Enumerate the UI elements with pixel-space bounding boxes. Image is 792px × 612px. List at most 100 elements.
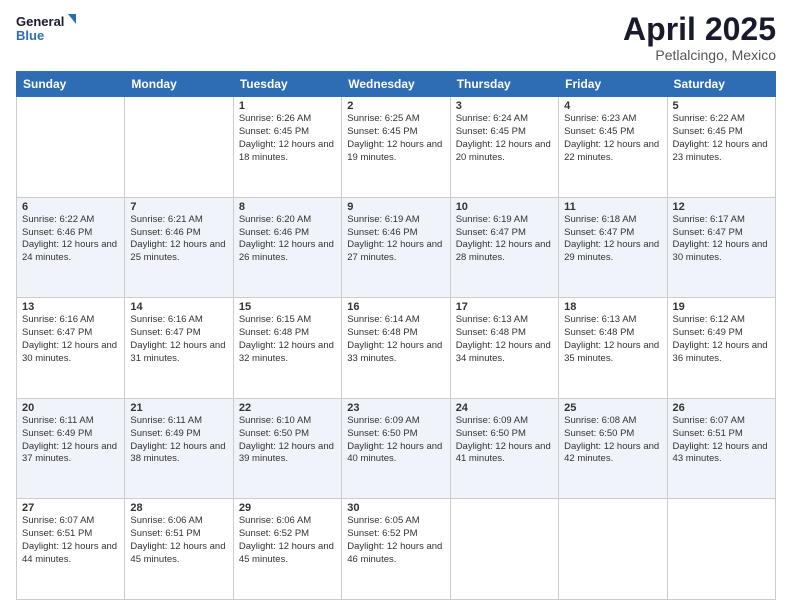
day-info: Sunrise: 6:15 AMSunset: 6:48 PMDaylight:… bbox=[239, 314, 334, 363]
page: General Blue April 2025 Petlalcingo, Mex… bbox=[0, 0, 792, 612]
week-row-5: 27Sunrise: 6:07 AMSunset: 6:51 PMDayligh… bbox=[17, 499, 776, 600]
day-info: Sunrise: 6:09 AMSunset: 6:50 PMDaylight:… bbox=[347, 415, 442, 464]
day-info: Sunrise: 6:19 AMSunset: 6:47 PMDaylight:… bbox=[456, 214, 551, 263]
day-info: Sunrise: 6:17 AMSunset: 6:47 PMDaylight:… bbox=[673, 214, 768, 263]
day-info: Sunrise: 6:20 AMSunset: 6:46 PMDaylight:… bbox=[239, 214, 334, 263]
day-number: 13 bbox=[22, 301, 119, 313]
svg-text:Blue: Blue bbox=[16, 28, 44, 43]
day-number: 25 bbox=[564, 402, 661, 414]
day-number: 14 bbox=[130, 301, 227, 313]
day-number: 29 bbox=[239, 502, 336, 514]
col-header-saturday: Saturday bbox=[667, 72, 775, 97]
header: General Blue April 2025 Petlalcingo, Mex… bbox=[16, 12, 776, 63]
week-row-2: 6Sunrise: 6:22 AMSunset: 6:46 PMDaylight… bbox=[17, 197, 776, 298]
col-header-wednesday: Wednesday bbox=[342, 72, 450, 97]
subtitle: Petlalcingo, Mexico bbox=[623, 47, 776, 63]
day-number: 20 bbox=[22, 402, 119, 414]
day-cell: 21Sunrise: 6:11 AMSunset: 6:49 PMDayligh… bbox=[125, 398, 233, 499]
day-info: Sunrise: 6:06 AMSunset: 6:51 PMDaylight:… bbox=[130, 515, 225, 564]
day-cell: 28Sunrise: 6:06 AMSunset: 6:51 PMDayligh… bbox=[125, 499, 233, 600]
day-cell bbox=[125, 97, 233, 198]
logo-svg: General Blue bbox=[16, 12, 76, 48]
day-info: Sunrise: 6:11 AMSunset: 6:49 PMDaylight:… bbox=[22, 415, 117, 464]
day-cell: 18Sunrise: 6:13 AMSunset: 6:48 PMDayligh… bbox=[559, 298, 667, 399]
day-cell: 20Sunrise: 6:11 AMSunset: 6:49 PMDayligh… bbox=[17, 398, 125, 499]
day-cell: 2Sunrise: 6:25 AMSunset: 6:45 PMDaylight… bbox=[342, 97, 450, 198]
col-header-sunday: Sunday bbox=[17, 72, 125, 97]
logo: General Blue bbox=[16, 12, 76, 48]
day-info: Sunrise: 6:08 AMSunset: 6:50 PMDaylight:… bbox=[564, 415, 659, 464]
col-header-monday: Monday bbox=[125, 72, 233, 97]
day-cell: 11Sunrise: 6:18 AMSunset: 6:47 PMDayligh… bbox=[559, 197, 667, 298]
day-info: Sunrise: 6:07 AMSunset: 6:51 PMDaylight:… bbox=[22, 515, 117, 564]
day-number: 12 bbox=[673, 201, 770, 213]
day-cell bbox=[559, 499, 667, 600]
day-cell: 23Sunrise: 6:09 AMSunset: 6:50 PMDayligh… bbox=[342, 398, 450, 499]
day-info: Sunrise: 6:26 AMSunset: 6:45 PMDaylight:… bbox=[239, 113, 334, 162]
day-number: 24 bbox=[456, 402, 553, 414]
day-cell: 4Sunrise: 6:23 AMSunset: 6:45 PMDaylight… bbox=[559, 97, 667, 198]
week-row-3: 13Sunrise: 6:16 AMSunset: 6:47 PMDayligh… bbox=[17, 298, 776, 399]
day-cell bbox=[450, 499, 558, 600]
day-cell bbox=[17, 97, 125, 198]
day-number: 26 bbox=[673, 402, 770, 414]
day-info: Sunrise: 6:06 AMSunset: 6:52 PMDaylight:… bbox=[239, 515, 334, 564]
header-row: SundayMondayTuesdayWednesdayThursdayFrid… bbox=[17, 72, 776, 97]
day-number: 2 bbox=[347, 100, 444, 112]
col-header-tuesday: Tuesday bbox=[233, 72, 341, 97]
day-cell: 19Sunrise: 6:12 AMSunset: 6:49 PMDayligh… bbox=[667, 298, 775, 399]
day-info: Sunrise: 6:22 AMSunset: 6:46 PMDaylight:… bbox=[22, 214, 117, 263]
week-row-4: 20Sunrise: 6:11 AMSunset: 6:49 PMDayligh… bbox=[17, 398, 776, 499]
day-number: 5 bbox=[673, 100, 770, 112]
day-number: 16 bbox=[347, 301, 444, 313]
day-cell: 16Sunrise: 6:14 AMSunset: 6:48 PMDayligh… bbox=[342, 298, 450, 399]
day-info: Sunrise: 6:16 AMSunset: 6:47 PMDaylight:… bbox=[22, 314, 117, 363]
svg-text:General: General bbox=[16, 14, 64, 29]
day-number: 6 bbox=[22, 201, 119, 213]
day-info: Sunrise: 6:05 AMSunset: 6:52 PMDaylight:… bbox=[347, 515, 442, 564]
title-block: April 2025 Petlalcingo, Mexico bbox=[623, 12, 776, 63]
week-row-1: 1Sunrise: 6:26 AMSunset: 6:45 PMDaylight… bbox=[17, 97, 776, 198]
day-info: Sunrise: 6:09 AMSunset: 6:50 PMDaylight:… bbox=[456, 415, 551, 464]
day-cell: 22Sunrise: 6:10 AMSunset: 6:50 PMDayligh… bbox=[233, 398, 341, 499]
day-number: 4 bbox=[564, 100, 661, 112]
day-number: 19 bbox=[673, 301, 770, 313]
day-info: Sunrise: 6:11 AMSunset: 6:49 PMDaylight:… bbox=[130, 415, 225, 464]
day-cell: 12Sunrise: 6:17 AMSunset: 6:47 PMDayligh… bbox=[667, 197, 775, 298]
day-info: Sunrise: 6:21 AMSunset: 6:46 PMDaylight:… bbox=[130, 214, 225, 263]
day-cell: 6Sunrise: 6:22 AMSunset: 6:46 PMDaylight… bbox=[17, 197, 125, 298]
day-number: 17 bbox=[456, 301, 553, 313]
day-info: Sunrise: 6:16 AMSunset: 6:47 PMDaylight:… bbox=[130, 314, 225, 363]
day-number: 28 bbox=[130, 502, 227, 514]
day-cell: 24Sunrise: 6:09 AMSunset: 6:50 PMDayligh… bbox=[450, 398, 558, 499]
day-number: 21 bbox=[130, 402, 227, 414]
day-cell: 3Sunrise: 6:24 AMSunset: 6:45 PMDaylight… bbox=[450, 97, 558, 198]
day-info: Sunrise: 6:10 AMSunset: 6:50 PMDaylight:… bbox=[239, 415, 334, 464]
day-info: Sunrise: 6:19 AMSunset: 6:46 PMDaylight:… bbox=[347, 214, 442, 263]
day-info: Sunrise: 6:07 AMSunset: 6:51 PMDaylight:… bbox=[673, 415, 768, 464]
day-cell: 25Sunrise: 6:08 AMSunset: 6:50 PMDayligh… bbox=[559, 398, 667, 499]
day-info: Sunrise: 6:13 AMSunset: 6:48 PMDaylight:… bbox=[564, 314, 659, 363]
day-cell: 5Sunrise: 6:22 AMSunset: 6:45 PMDaylight… bbox=[667, 97, 775, 198]
col-header-friday: Friday bbox=[559, 72, 667, 97]
day-cell: 10Sunrise: 6:19 AMSunset: 6:47 PMDayligh… bbox=[450, 197, 558, 298]
day-cell: 14Sunrise: 6:16 AMSunset: 6:47 PMDayligh… bbox=[125, 298, 233, 399]
day-number: 15 bbox=[239, 301, 336, 313]
day-cell: 1Sunrise: 6:26 AMSunset: 6:45 PMDaylight… bbox=[233, 97, 341, 198]
day-number: 22 bbox=[239, 402, 336, 414]
day-info: Sunrise: 6:24 AMSunset: 6:45 PMDaylight:… bbox=[456, 113, 551, 162]
day-cell: 30Sunrise: 6:05 AMSunset: 6:52 PMDayligh… bbox=[342, 499, 450, 600]
calendar-table: SundayMondayTuesdayWednesdayThursdayFrid… bbox=[16, 71, 776, 600]
day-number: 8 bbox=[239, 201, 336, 213]
day-number: 10 bbox=[456, 201, 553, 213]
day-cell: 27Sunrise: 6:07 AMSunset: 6:51 PMDayligh… bbox=[17, 499, 125, 600]
day-number: 23 bbox=[347, 402, 444, 414]
day-cell: 8Sunrise: 6:20 AMSunset: 6:46 PMDaylight… bbox=[233, 197, 341, 298]
day-cell: 26Sunrise: 6:07 AMSunset: 6:51 PMDayligh… bbox=[667, 398, 775, 499]
day-number: 1 bbox=[239, 100, 336, 112]
day-cell: 17Sunrise: 6:13 AMSunset: 6:48 PMDayligh… bbox=[450, 298, 558, 399]
day-info: Sunrise: 6:22 AMSunset: 6:45 PMDaylight:… bbox=[673, 113, 768, 162]
day-info: Sunrise: 6:25 AMSunset: 6:45 PMDaylight:… bbox=[347, 113, 442, 162]
day-info: Sunrise: 6:18 AMSunset: 6:47 PMDaylight:… bbox=[564, 214, 659, 263]
day-cell: 29Sunrise: 6:06 AMSunset: 6:52 PMDayligh… bbox=[233, 499, 341, 600]
